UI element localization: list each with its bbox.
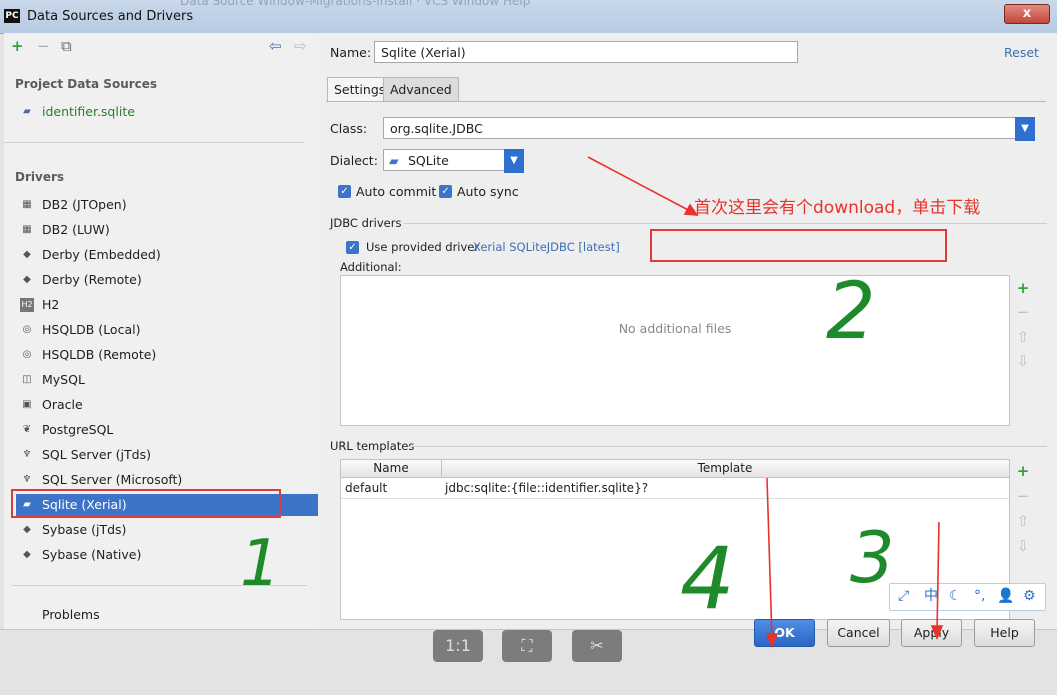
annotation-arrow-apply: [936, 521, 940, 633]
annotation-arrow-note: [587, 156, 693, 213]
arrowhead: [683, 203, 699, 216]
annotation-overlay: 1 2 3 4: [240, 156, 944, 649]
arrowhead: [930, 625, 944, 641]
annotation-number-1: 1: [240, 527, 281, 601]
arrowhead: [765, 633, 779, 649]
annotation-number-2: 2: [826, 267, 876, 357]
annotation-arrow-ok: [766, 477, 773, 641]
annotation-number-4: 4: [680, 529, 735, 629]
annotation-number-3: 3: [850, 517, 895, 599]
